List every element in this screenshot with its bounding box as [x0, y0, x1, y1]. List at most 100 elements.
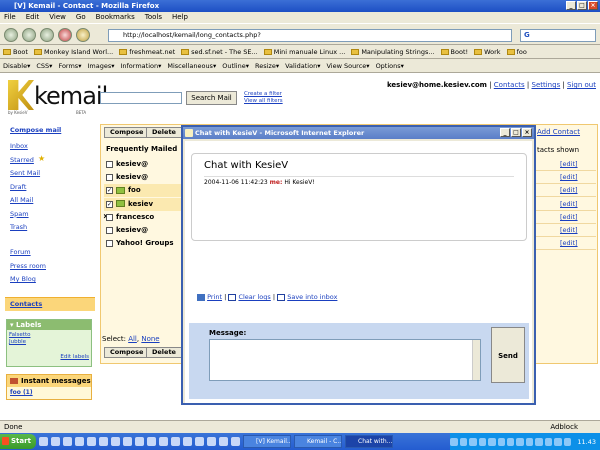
sign-out-link[interactable]: Sign out — [567, 81, 596, 89]
save-inbox-link[interactable]: Save into inbox — [287, 293, 337, 301]
quicklaunch-icon[interactable] — [135, 437, 144, 446]
quicklaunch-icon[interactable] — [159, 437, 168, 446]
task-chat[interactable]: Chat with... — [345, 435, 393, 448]
contact-checkbox[interactable] — [106, 161, 113, 168]
chat-close-button[interactable]: × — [522, 128, 532, 137]
sidebar-contacts-link[interactable]: Contacts — [10, 300, 42, 308]
home-button[interactable] — [76, 28, 90, 42]
sidebar-item-sent-mail[interactable]: Sent Mail — [10, 169, 40, 177]
contact-edit-link[interactable]: [edit] — [560, 200, 578, 208]
view-filters-link[interactable]: View all filters — [244, 98, 283, 105]
task-firefox[interactable]: [V] Kemail... — [243, 435, 291, 448]
select-all-link[interactable]: All — [128, 335, 137, 343]
sidebar-item-all-mail[interactable]: All Mail — [10, 196, 33, 204]
contact-checkbox[interactable]: ✓ — [106, 187, 113, 195]
contact-row[interactable]: ✓ foo — [104, 184, 184, 198]
minimize-button[interactable]: _ — [566, 1, 576, 10]
clear-logs-link[interactable]: Clear logs — [238, 293, 270, 301]
print-link[interactable]: Print — [207, 293, 222, 301]
quicklaunch-icon[interactable] — [111, 437, 120, 446]
menu-help[interactable]: Help — [172, 12, 188, 23]
contacts-link[interactable]: Contacts — [494, 81, 525, 89]
quicklaunch-icon[interactable] — [171, 437, 180, 446]
contact-checkbox[interactable] — [106, 227, 113, 234]
sidebar-item-inbox[interactable]: Inbox — [10, 142, 28, 150]
contact-row[interactable]: Yahoo! Groups — [104, 237, 184, 250]
contact-checkbox[interactable] — [106, 240, 113, 248]
tray-icon[interactable] — [497, 437, 505, 446]
contact-row[interactable]: kesiev@ — [104, 224, 184, 237]
sidebar-item-press-room[interactable]: Press room — [10, 262, 46, 270]
contact-edit-link[interactable]: [edit] — [560, 186, 578, 194]
compose-mail-link[interactable]: Compose mail — [10, 126, 61, 134]
tray-icon[interactable] — [563, 437, 572, 446]
webdev-disable[interactable]: Disable▾ — [3, 59, 30, 72]
bookmark-item[interactable]: freshmeat.net — [119, 45, 175, 58]
chat-maximize-button[interactable]: □ — [511, 128, 521, 137]
compose-button-bottom[interactable]: Compose — [104, 347, 150, 358]
webdev-information[interactable]: Information▾ — [120, 59, 161, 72]
contact-row[interactable]: kesiev@ — [104, 171, 184, 184]
message-textarea[interactable] — [209, 339, 481, 381]
bookmark-item[interactable]: Manipulating Strings... — [351, 45, 435, 58]
search-field[interactable]: G — [520, 29, 596, 42]
quicklaunch-icon[interactable] — [51, 437, 60, 446]
contact-checkbox[interactable] — [106, 174, 113, 182]
send-button[interactable]: Send — [491, 327, 525, 383]
tray-icon[interactable] — [478, 437, 487, 446]
quicklaunch-icon[interactable] — [63, 437, 72, 446]
delete-button-bottom[interactable]: Delete — [146, 347, 182, 358]
tray-icon[interactable] — [469, 437, 477, 446]
sidebar-item-starred[interactable]: Starred — [10, 156, 34, 164]
quicklaunch-icon[interactable] — [99, 437, 108, 446]
quicklaunch-icon[interactable] — [231, 437, 240, 446]
select-none-link[interactable]: None — [141, 335, 159, 343]
webdev-resize[interactable]: Resize▾ — [255, 59, 279, 72]
close-button[interactable]: × — [588, 1, 598, 10]
add-contact-link[interactable]: Add Contact — [537, 128, 580, 136]
quicklaunch-icon[interactable] — [147, 437, 156, 446]
contact-edit-link[interactable]: [edit] — [560, 239, 578, 247]
contact-edit-link[interactable]: [edit] — [560, 213, 578, 221]
im-item-foo[interactable]: foo (1) — [7, 387, 91, 398]
bookmark-item[interactable]: sed.sf.net - The SE... — [181, 45, 258, 58]
bookmark-item[interactable]: Boot — [3, 45, 28, 58]
tray-icon[interactable] — [535, 437, 543, 446]
bookmark-item[interactable]: Mini manuale Linux ... — [263, 45, 345, 58]
menu-view[interactable]: View — [49, 12, 66, 23]
quicklaunch-icon[interactable] — [195, 437, 204, 446]
label-jubble[interactable]: Jubble — [9, 339, 89, 346]
contact-row[interactable]: francesco — [104, 211, 184, 224]
chat-minimize-button[interactable]: _ — [500, 128, 510, 137]
quicklaunch-icon[interactable] — [75, 437, 84, 446]
bookmark-item[interactable]: foo — [506, 45, 527, 58]
tray-icon[interactable] — [507, 437, 515, 446]
sidebar-item-trash[interactable]: Trash — [10, 223, 27, 231]
quicklaunch-icon[interactable] — [87, 437, 96, 446]
webdev-css[interactable]: CSS▾ — [36, 59, 52, 72]
stop-button[interactable] — [58, 28, 72, 42]
webdev-view-source[interactable]: View Source▾ — [326, 59, 369, 72]
tray-icon[interactable] — [459, 437, 468, 446]
sidebar-item-draft[interactable]: Draft — [10, 183, 26, 191]
contact-row[interactable]: kesiev@ — [104, 158, 184, 171]
webdev-outline[interactable]: Outline▾ — [222, 59, 249, 72]
delete-button[interactable]: Delete — [146, 127, 182, 138]
bookmark-item[interactable]: Work — [474, 45, 501, 58]
menu-edit[interactable]: Edit — [26, 12, 40, 23]
create-filter-link[interactable]: Create a filter — [244, 91, 283, 98]
tray-icon[interactable] — [516, 437, 524, 446]
contact-edit-link[interactable]: [edit] — [560, 226, 578, 234]
maximize-button[interactable]: □ — [577, 1, 587, 10]
back-button[interactable] — [4, 28, 18, 42]
tray-icon[interactable] — [554, 437, 562, 446]
menu-file[interactable]: File — [4, 12, 16, 23]
start-button[interactable]: Start — [0, 434, 36, 449]
bookmark-item[interactable]: Monkey Island Worl... — [33, 45, 113, 58]
quicklaunch-icon[interactable] — [183, 437, 192, 446]
contact-row[interactable]: ✓ kesiev — [104, 197, 184, 211]
menu-bookmarks[interactable]: Bookmarks — [96, 12, 135, 23]
quicklaunch-icon[interactable] — [219, 437, 228, 446]
quicklaunch-icon[interactable] — [207, 437, 216, 446]
edit-labels-link[interactable]: Edit labels — [9, 354, 89, 361]
